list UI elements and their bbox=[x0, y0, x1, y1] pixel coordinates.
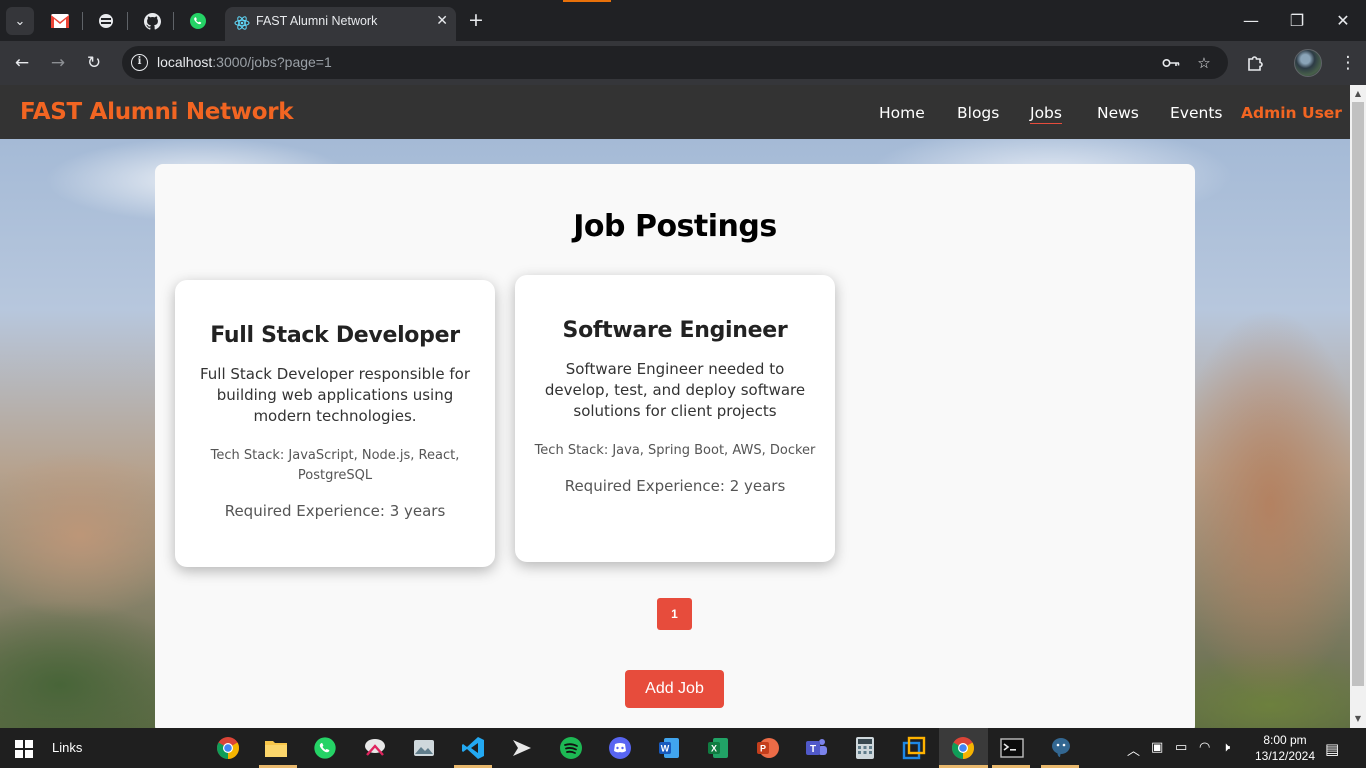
calculator-icon[interactable] bbox=[851, 734, 879, 762]
job-tech-stack: Tech Stack: JavaScript, Node.js, React, … bbox=[210, 448, 460, 483]
address-bar[interactable]: i localhost:3000/jobs?page=1 ☆ bbox=[122, 46, 1228, 79]
job-card[interactable]: Full Stack Developer Full Stack Develope… bbox=[175, 280, 495, 567]
nav-blogs[interactable]: Blogs bbox=[957, 104, 999, 122]
tab-separator bbox=[127, 12, 128, 30]
nav-home[interactable]: Home bbox=[879, 104, 925, 122]
url-text[interactable]: localhost:3000/jobs?page=1 bbox=[157, 54, 332, 70]
discord-icon[interactable] bbox=[606, 734, 634, 762]
tab-separator bbox=[173, 12, 174, 30]
active-tab[interactable]: FAST Alumni Network ✕ bbox=[225, 7, 456, 41]
job-title: Software Engineer bbox=[562, 318, 788, 343]
menu-kebab-icon[interactable]: ⋮ bbox=[1337, 52, 1359, 74]
cursor-app-icon[interactable] bbox=[508, 734, 536, 762]
bookmark-star-icon[interactable]: ☆ bbox=[1194, 53, 1214, 73]
react-icon bbox=[234, 16, 250, 30]
battery-icon[interactable]: ▭ bbox=[1175, 740, 1187, 755]
close-window-icon[interactable]: ✕ bbox=[1320, 0, 1366, 40]
clock-date: 13/12/2024 bbox=[1254, 749, 1316, 763]
minimize-icon[interactable]: — bbox=[1228, 0, 1274, 40]
browser-toolbar: ← → ↻ i localhost:3000/jobs?page=1 ☆ ⋮ bbox=[0, 41, 1366, 85]
add-job-button[interactable]: Add Job bbox=[625, 670, 724, 708]
site-brand[interactable]: FAST Alumni Network bbox=[20, 99, 294, 125]
job-experience: Required Experience: 2 years bbox=[564, 477, 786, 495]
job-description: Software Engineer needed to develop, tes… bbox=[544, 360, 806, 420]
jobs-container: Job Postings Full Stack Developer Full S… bbox=[155, 164, 1195, 728]
teams-icon[interactable]: T bbox=[802, 734, 830, 762]
tab-search-dropdown-icon[interactable]: ⌄ bbox=[6, 7, 34, 35]
notifications-icon[interactable]: ▤ bbox=[1325, 740, 1339, 758]
profile-avatar[interactable] bbox=[1294, 49, 1322, 77]
gmail-pinned-tab[interactable] bbox=[47, 8, 73, 34]
volume-muted-icon[interactable]: 🕨 bbox=[1222, 740, 1230, 755]
whatsapp-app-icon[interactable] bbox=[311, 734, 339, 762]
system-clock[interactable]: 8:00 pm 13/12/2024 bbox=[1250, 732, 1320, 764]
image-viewer-icon[interactable] bbox=[410, 734, 438, 762]
site-navbar: FAST Alumni Network Home Blogs Jobs News… bbox=[0, 85, 1350, 139]
password-key-icon[interactable] bbox=[1161, 53, 1181, 73]
pagination-page-button[interactable]: 1 bbox=[657, 598, 692, 630]
extensions-icon[interactable] bbox=[1244, 52, 1266, 74]
snipping-tool-icon[interactable] bbox=[361, 734, 389, 762]
terminal-icon[interactable] bbox=[998, 734, 1026, 762]
tab-loading-indicator bbox=[563, 0, 611, 2]
nav-admin-user[interactable]: Admin User bbox=[1241, 104, 1342, 122]
job-experience: Required Experience: 3 years bbox=[224, 502, 446, 520]
new-tab-button[interactable]: + bbox=[465, 8, 487, 32]
spotify-icon[interactable] bbox=[557, 734, 585, 762]
windows-taskbar: Links W X P T ︿ ▣ ▭ ◠ 🕨 8:00 pm 13/12/20… bbox=[0, 728, 1366, 768]
chrome-app-icon-active[interactable] bbox=[949, 734, 977, 762]
github-icon bbox=[143, 12, 161, 30]
reload-icon[interactable]: ↻ bbox=[80, 49, 108, 77]
site-info-icon[interactable]: i bbox=[131, 54, 148, 71]
virtualbox-icon[interactable] bbox=[900, 734, 928, 762]
scroll-up-icon[interactable]: ▲ bbox=[1353, 89, 1363, 98]
forward-icon[interactable]: → bbox=[44, 49, 72, 77]
wifi-icon[interactable]: ◠ bbox=[1199, 740, 1210, 755]
file-explorer-icon[interactable] bbox=[262, 734, 290, 762]
page-viewport: FAST Alumni Network Home Blogs Jobs News… bbox=[0, 85, 1350, 728]
chrome-app-icon[interactable] bbox=[214, 734, 242, 762]
svg-text:P: P bbox=[760, 744, 766, 754]
github-pinned-tab[interactable] bbox=[139, 8, 165, 34]
back-icon[interactable]: ← bbox=[8, 49, 36, 77]
vscode-icon[interactable] bbox=[459, 734, 487, 762]
circle-logo-icon bbox=[99, 14, 113, 28]
close-tab-icon[interactable]: ✕ bbox=[436, 13, 448, 29]
excel-icon[interactable]: X bbox=[704, 734, 732, 762]
svg-text:X: X bbox=[711, 744, 717, 754]
windows-start-icon[interactable] bbox=[15, 740, 33, 758]
tray-overflow-icon[interactable]: ︿ bbox=[1127, 740, 1140, 759]
restore-icon[interactable]: ❐ bbox=[1274, 0, 1320, 40]
scrollbar-thumb[interactable] bbox=[1352, 102, 1364, 686]
nav-jobs[interactable]: Jobs bbox=[1030, 104, 1062, 124]
powerpoint-icon[interactable]: P bbox=[753, 734, 781, 762]
page-title: Job Postings bbox=[573, 209, 777, 244]
postgresql-icon[interactable] bbox=[1047, 734, 1075, 762]
whatsapp-pinned-tab[interactable] bbox=[185, 8, 211, 34]
word-icon[interactable]: W bbox=[655, 734, 683, 762]
nav-news[interactable]: News bbox=[1097, 104, 1139, 122]
job-title: Full Stack Developer bbox=[210, 323, 460, 348]
tab-separator bbox=[82, 12, 83, 30]
browser-tab-bar: ⌄ FAST Alumni Network ✕ + — ❐ ✕ bbox=[0, 0, 1366, 41]
page-scrollbar[interactable]: ▲ ▼ bbox=[1350, 85, 1366, 728]
scroll-down-icon[interactable]: ▼ bbox=[1353, 714, 1363, 723]
svg-text:T: T bbox=[810, 744, 816, 755]
pinned-tab-2[interactable] bbox=[93, 8, 119, 34]
svg-text:W: W bbox=[661, 744, 670, 754]
clock-time: 8:00 pm bbox=[1263, 733, 1307, 747]
whatsapp-icon bbox=[190, 13, 206, 29]
job-tech-stack: Tech Stack: Java, Spring Boot, AWS, Dock… bbox=[534, 443, 816, 458]
tab-title: FAST Alumni Network bbox=[256, 14, 378, 28]
gmail-icon bbox=[51, 14, 69, 28]
job-card[interactable]: Software Engineer Software Engineer need… bbox=[515, 275, 835, 562]
links-toolbar[interactable]: Links bbox=[52, 740, 82, 755]
nav-events[interactable]: Events bbox=[1170, 104, 1222, 122]
job-description: Full Stack Developer responsible for bui… bbox=[199, 365, 470, 425]
tray-network-device-icon[interactable]: ▣ bbox=[1151, 740, 1163, 755]
